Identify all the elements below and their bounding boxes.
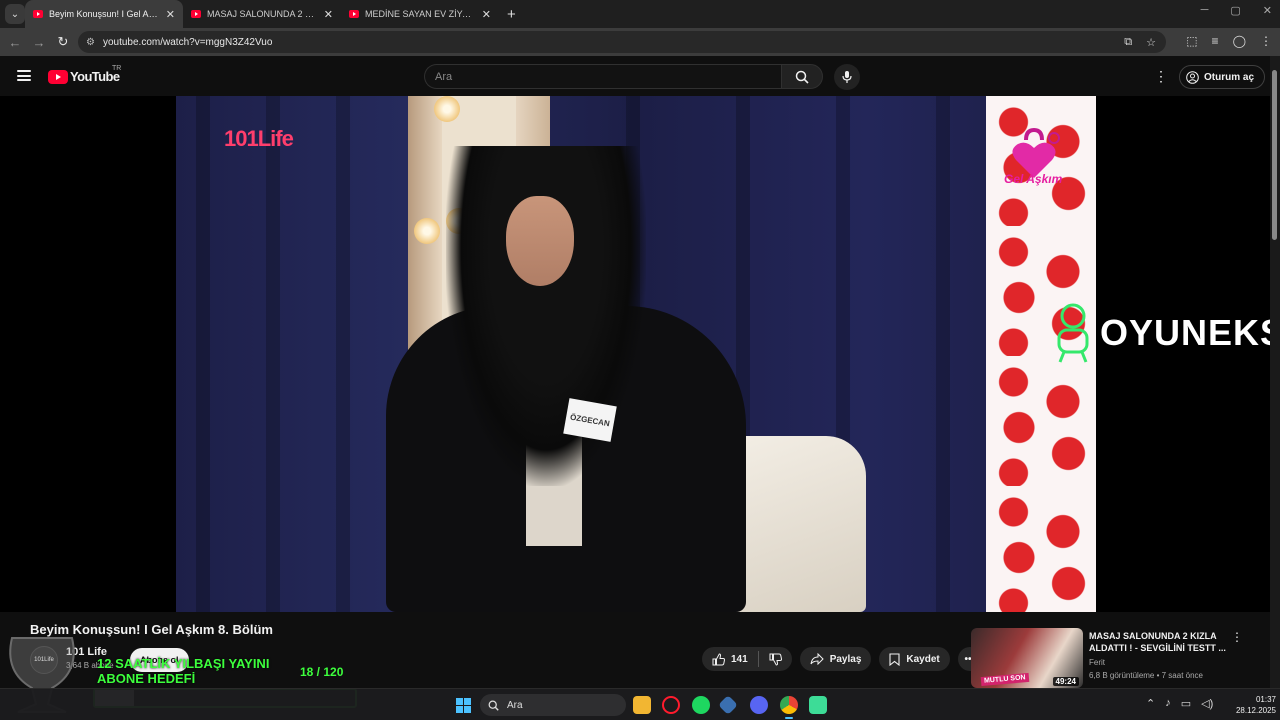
search-input[interactable]: Ara (424, 64, 782, 89)
page-scrollbar[interactable] (1270, 56, 1280, 688)
search-button[interactable] (781, 64, 823, 89)
thumbs-down-icon[interactable] (769, 653, 782, 666)
guide-menu-icon[interactable] (17, 70, 31, 81)
search-icon (488, 700, 499, 711)
youtube-favicon-icon (349, 10, 359, 18)
microphone-tray-icon[interactable]: ♪ (1165, 697, 1171, 710)
tab-title: Beyim Konuşsun! I Gel Aşkım 8. Bölüm (49, 9, 160, 19)
chevron-up-icon[interactable]: ⌃ (1146, 697, 1155, 710)
streamer-overlay-brand: OYUNEKS (1050, 302, 1270, 364)
show-logo-text: Gel Aşkım (1004, 172, 1063, 186)
close-tab-icon[interactable]: ✕ (324, 8, 333, 21)
android-app-icon[interactable] (809, 696, 827, 714)
streamer-brand-text: OYUNEKS (1100, 312, 1270, 353)
reload-icon[interactable]: ↻ (51, 34, 75, 50)
thumbnail-banner: MUTLU SON (980, 672, 1029, 687)
duration-badge: 49:24 (1052, 677, 1079, 686)
tab-title: MEDİNE SAYAN EV ZİYARETİ - YouTube (365, 9, 476, 19)
share-icon (810, 653, 824, 665)
tab-title: MASAJ SALONUNDA 2 KIZLA ALDATTI! (207, 9, 318, 19)
address-bar[interactable]: ⚙ youtube.com/watch?v=mggN3Z42Vuo ⧉ ☆ (78, 31, 1166, 53)
youtube-logo[interactable]: YouTube TR (48, 65, 121, 84)
extensions-icon[interactable]: ⬚ (1186, 34, 1197, 48)
maximize-icon[interactable]: ▢ (1230, 4, 1240, 17)
tab-3[interactable]: MEDİNE SAYAN EV ZİYARETİ - YouTube ✕ (341, 0, 499, 28)
forward-icon[interactable]: → (27, 35, 51, 50)
start-button-icon[interactable] (456, 698, 471, 713)
settings-menu-icon[interactable]: ⋮ (1154, 68, 1168, 85)
taskbar-search-placeholder: Ara (507, 699, 523, 711)
save-button[interactable]: Kaydet (879, 647, 950, 671)
browser-tab-strip: ⌄ Beyim Konuşsun! I Gel Aşkım 8. Bölüm ✕… (0, 0, 1280, 28)
taskbar-search[interactable]: Ara (480, 694, 626, 716)
new-tab-button[interactable]: + (507, 6, 516, 23)
like-count: 141 (731, 653, 748, 665)
subscriber-goal-text: 12 SAATLİK YILBAŞI YAYINI ABONE HEDEFİ (97, 656, 269, 686)
robot-mascot-icon (1057, 303, 1089, 363)
save-label: Kaydet (906, 653, 940, 665)
video-player[interactable]: 101Life Gel Aşkım ÖZGECAN OYUNEKS (0, 96, 1270, 612)
goal-line-2: ABONE HEDEFİ (97, 671, 196, 686)
youtube-header: YouTube TR Ara ⋮ Oturum aç (0, 56, 1270, 96)
volume-icon[interactable]: ◁) (1201, 697, 1213, 710)
file-explorer-icon[interactable] (633, 696, 651, 714)
minimize-icon[interactable]: ─ (1201, 4, 1209, 17)
goal-line-1: 12 SAATLİK YILBAŞI YAYINI (97, 656, 270, 671)
like-button[interactable]: 141 (712, 652, 748, 666)
youtube-favicon-icon (33, 10, 43, 18)
share-button[interactable]: Paylaş (799, 647, 872, 671)
search-icon (795, 70, 809, 84)
video-actions: 141 Paylaş Kaydet ••• (702, 647, 982, 671)
thumbs-up-icon (712, 652, 725, 665)
tab-active[interactable]: Beyim Konuşsun! I Gel Aşkım 8. Bölüm ✕ (25, 0, 183, 28)
chrome-menu-icon[interactable]: ⋮ (1260, 34, 1272, 48)
country-code: TR (112, 65, 122, 72)
install-app-icon[interactable]: ⧉ (1124, 36, 1132, 49)
tab-search-button[interactable]: ⌄ (5, 4, 25, 24)
network-icon[interactable]: ▭ (1181, 697, 1191, 710)
share-label: Paylaş (829, 653, 862, 665)
youtube-favicon-icon (191, 10, 201, 18)
video-frame: 101Life Gel Aşkım ÖZGECAN (176, 96, 1096, 612)
recommended-video[interactable]: MUTLU SON 49:24 MASAJ SALONUNDA 2 KIZLA … (971, 628, 1246, 688)
back-icon[interactable]: ← (3, 35, 27, 50)
microphone-icon (842, 71, 852, 83)
windows-taskbar: Ara ⌃ ♪ ▭ ◁) 01:37 28.12.2025 (0, 688, 1280, 720)
like-dislike-group: 141 (702, 647, 792, 671)
chrome-icon[interactable] (780, 696, 798, 719)
recommended-title[interactable]: MASAJ SALONUNDA 2 KIZLA ALDATTI ! - SEVG… (1089, 630, 1229, 654)
voice-search-button[interactable] (834, 64, 860, 90)
clock-date: 28.12.2025 (1235, 706, 1276, 715)
scrollbar-thumb[interactable] (1272, 70, 1277, 240)
close-tab-icon[interactable]: ✕ (482, 8, 491, 21)
spotify-icon[interactable] (692, 696, 710, 714)
tab-2[interactable]: MASAJ SALONUNDA 2 KIZLA ALDATTI! ✕ (183, 0, 341, 28)
discord-icon[interactable] (750, 696, 768, 714)
system-tray: ⌃ ♪ ▭ ◁) (1146, 697, 1213, 710)
profile-icon[interactable]: ◯ (1233, 34, 1246, 48)
recommended-more-icon[interactable]: ⋮ (1231, 630, 1243, 644)
youtube-play-icon (48, 69, 68, 84)
channel-watermark: 101Life (224, 126, 294, 151)
account-icon (1186, 70, 1199, 84)
url-text: youtube.com/watch?v=mggN3Z42Vuo (102, 36, 273, 48)
clock-time: 01:37 (1255, 695, 1276, 704)
opera-icon[interactable] (662, 696, 680, 714)
window-controls: ─ ▢ ✕ (1201, 4, 1272, 17)
close-window-icon[interactable]: ✕ (1263, 4, 1272, 17)
goal-count: 18 / 120 (300, 665, 344, 679)
taskbar-clock[interactable]: 01:37 28.12.2025 (1222, 694, 1276, 716)
bookmark-star-icon[interactable]: ☆ (1146, 36, 1156, 49)
sign-in-label: Oturum aç (1204, 71, 1255, 83)
recommended-channel[interactable]: Ferit (1089, 658, 1105, 667)
browser-toolbar: ← → ↻ ⚙ youtube.com/watch?v=mggN3Z42Vuo … (0, 28, 1280, 56)
sign-in-button[interactable]: Oturum aç (1179, 65, 1266, 89)
close-tab-icon[interactable]: ✕ (166, 8, 175, 21)
reading-list-icon[interactable]: ≡ (1212, 34, 1219, 48)
recommended-meta: 6,8 B görüntüleme • 7 saat önce (1089, 671, 1203, 680)
bookmark-icon (889, 652, 900, 666)
site-info-icon[interactable]: ⚙ (86, 37, 95, 48)
recommended-thumbnail[interactable]: MUTLU SON 49:24 (971, 628, 1083, 688)
obs-icon[interactable] (718, 695, 738, 715)
